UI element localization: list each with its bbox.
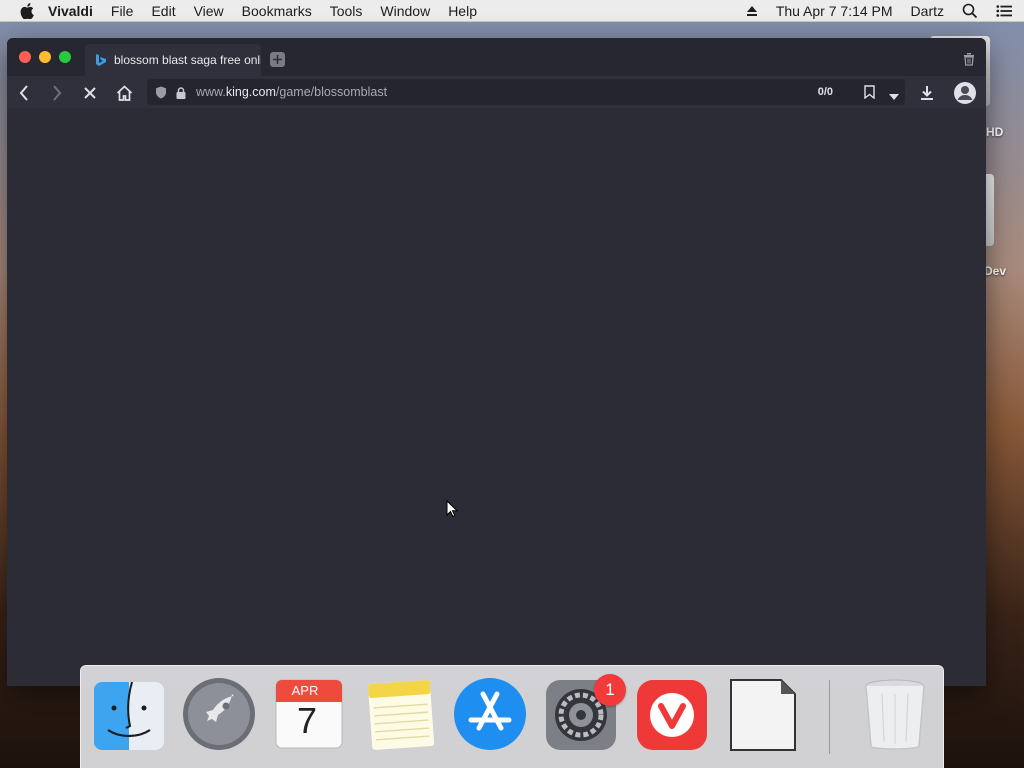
menu-tools[interactable]: Tools bbox=[330, 3, 363, 19]
bing-favicon-icon bbox=[93, 53, 107, 67]
url-path: /game/blossomblast bbox=[275, 85, 388, 99]
menu-window[interactable]: Window bbox=[380, 3, 430, 19]
notes-app-icon[interactable] bbox=[364, 676, 438, 752]
finder-icon[interactable] bbox=[92, 676, 166, 752]
trash-icon[interactable] bbox=[858, 676, 932, 752]
menu-edit[interactable]: Edit bbox=[151, 3, 175, 19]
forward-button[interactable] bbox=[48, 84, 66, 102]
vivaldi-icon[interactable] bbox=[635, 676, 709, 752]
eject-icon[interactable] bbox=[746, 5, 758, 17]
menu-view[interactable]: View bbox=[194, 3, 224, 19]
browser-window: blossom blast saga free online www.king.… bbox=[7, 38, 986, 686]
minimize-window-button[interactable] bbox=[39, 51, 51, 63]
find-counter: 0/0 bbox=[817, 86, 833, 98]
stop-loading-button[interactable] bbox=[81, 84, 99, 102]
lock-icon[interactable] bbox=[176, 86, 186, 99]
dock-separator bbox=[829, 680, 830, 754]
zoom-window-button[interactable] bbox=[59, 51, 71, 63]
profile-avatar-icon[interactable] bbox=[953, 81, 977, 105]
page-content-area[interactable] bbox=[7, 108, 986, 686]
menu-bookmarks[interactable]: Bookmarks bbox=[242, 3, 312, 19]
notification-badge: 1 bbox=[594, 674, 626, 706]
address-bar[interactable]: www.king.com/game/blossomblast 0/0 bbox=[147, 79, 905, 105]
new-tab-button[interactable] bbox=[270, 52, 285, 67]
menubar-user[interactable]: Dartz bbox=[911, 3, 944, 19]
calendar-month: APR bbox=[291, 683, 319, 698]
url-host: king.com bbox=[225, 85, 276, 99]
menu-file[interactable]: File bbox=[111, 3, 134, 19]
tab-blossom-blast[interactable]: blossom blast saga free online bbox=[85, 44, 261, 76]
menubar-clock[interactable]: Thu Apr 7 7:14 PM bbox=[776, 3, 893, 19]
mouse-cursor-icon bbox=[446, 499, 459, 518]
url-text[interactable]: www.king.com/game/blossomblast bbox=[196, 85, 387, 99]
bookmark-icon[interactable] bbox=[864, 85, 875, 100]
url-prefix: www. bbox=[196, 85, 226, 99]
closed-tabs-trash-icon[interactable] bbox=[962, 52, 976, 66]
tab-bar: blossom blast saga free online bbox=[7, 38, 986, 76]
home-button[interactable] bbox=[115, 84, 133, 102]
close-window-button[interactable] bbox=[19, 51, 31, 63]
menu-bar: Vivaldi File Edit View Bookmarks Tools W… bbox=[0, 0, 1024, 22]
calendar-day: 7 bbox=[296, 700, 318, 741]
app-store-icon[interactable] bbox=[453, 676, 527, 752]
desktop-hard-disk-label[interactable]: HD bbox=[986, 125, 1003, 139]
desktop-dev-label[interactable]: Dev bbox=[984, 264, 1006, 278]
downloads-icon[interactable] bbox=[918, 84, 936, 102]
app-name-menu[interactable]: Vivaldi bbox=[48, 3, 93, 19]
window-controls bbox=[19, 51, 79, 63]
notification-center-icon[interactable] bbox=[996, 3, 1012, 19]
shield-icon[interactable] bbox=[155, 86, 167, 99]
navigation-toolbar: www.king.com/game/blossomblast 0/0 bbox=[7, 76, 986, 108]
apple-menu-icon[interactable] bbox=[20, 2, 34, 19]
document-file-icon[interactable] bbox=[725, 676, 799, 752]
back-button[interactable] bbox=[15, 84, 33, 102]
spotlight-search-icon[interactable] bbox=[962, 3, 978, 19]
menu-help[interactable]: Help bbox=[448, 3, 477, 19]
launchpad-rocket-icon[interactable] bbox=[182, 676, 256, 752]
tab-title: blossom blast saga free online bbox=[114, 53, 261, 67]
chevron-down-icon[interactable] bbox=[889, 88, 899, 100]
